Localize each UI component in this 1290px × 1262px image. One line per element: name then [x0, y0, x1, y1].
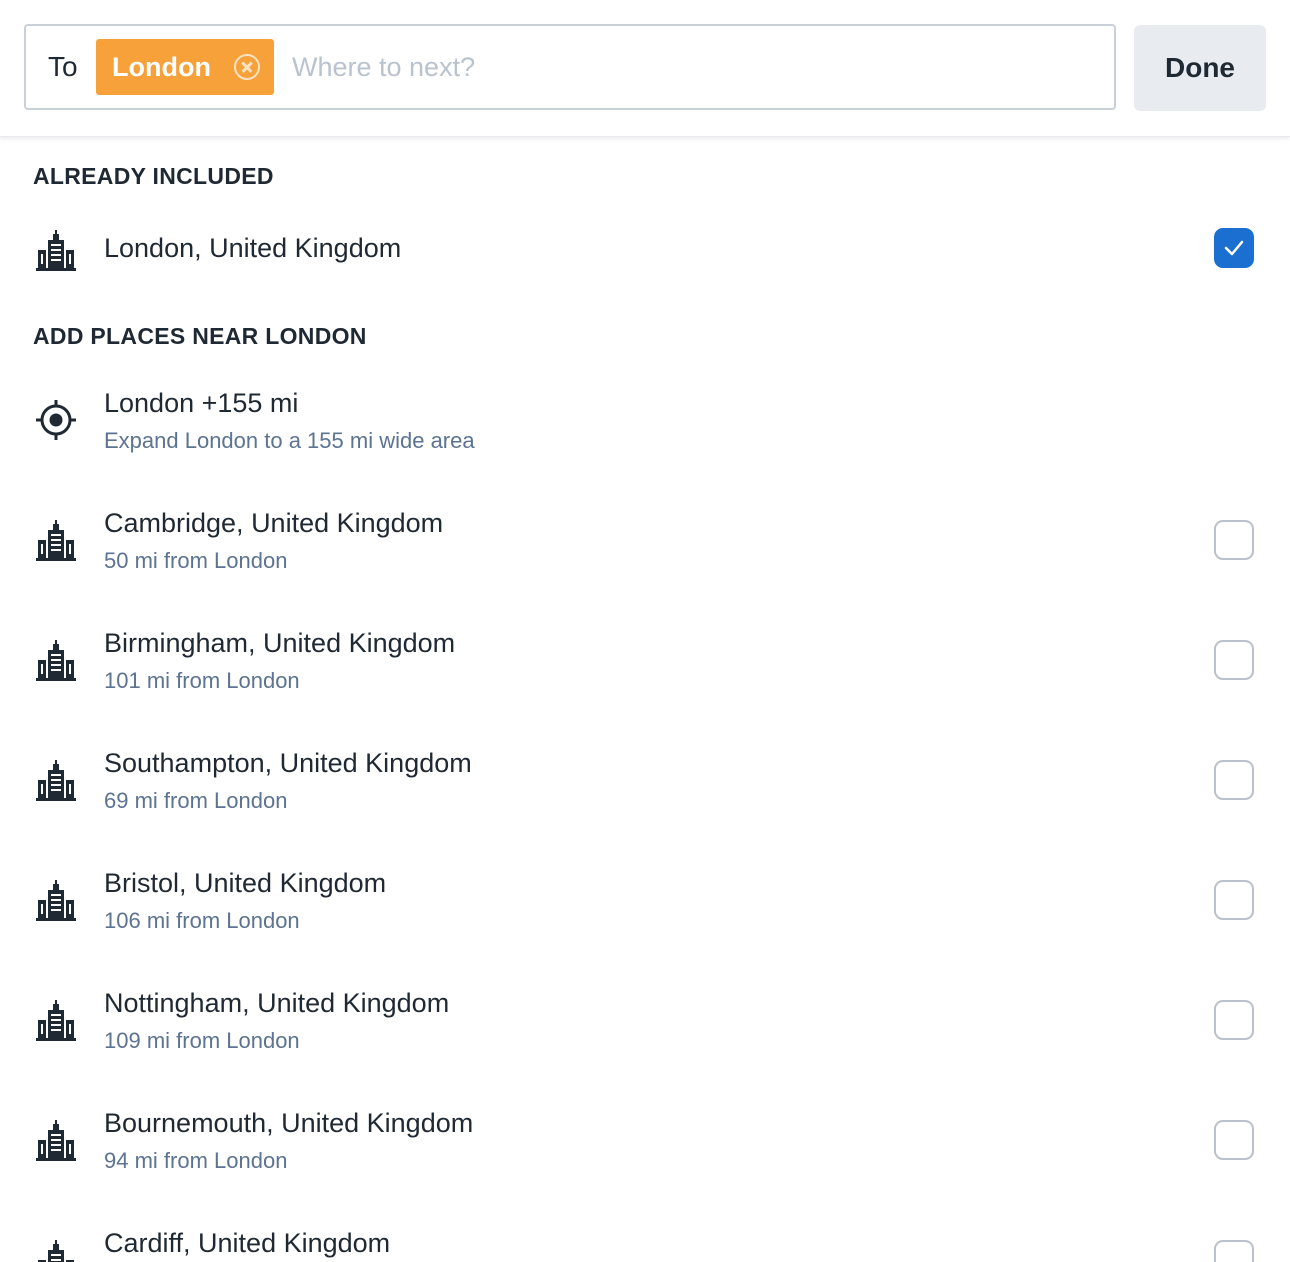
- place-title: London, United Kingdom: [104, 233, 402, 263]
- already-included-heading: ALREADY INCLUDED: [33, 163, 274, 189]
- city-icon: [36, 880, 76, 921]
- city-icon: [36, 1000, 76, 1041]
- expand-subtitle: Expand London to a 155 mi wide area: [104, 428, 475, 453]
- place-title: Cardiff, United Kingdom: [104, 1228, 391, 1258]
- chip-label: London: [112, 51, 211, 82]
- place-title: Nottingham, United Kingdom: [104, 988, 450, 1018]
- search-input[interactable]: [290, 50, 1114, 84]
- to-label: To: [48, 51, 78, 82]
- place-distance: 106 mi from London: [104, 908, 300, 933]
- city-icon: [36, 520, 76, 561]
- place-row-bristol[interactable]: Bristol, United Kingdom 106 mi from Lond…: [0, 840, 1290, 960]
- place-distance: 50 mi from London: [104, 548, 288, 573]
- place-checkbox[interactable]: [1214, 760, 1254, 800]
- place-distance: 101 mi from London: [104, 668, 300, 693]
- place-distance: 69 mi from London: [104, 788, 288, 813]
- expand-area-row[interactable]: London +155 mi Expand London to a 155 mi…: [0, 360, 1290, 480]
- place-checkbox[interactable]: [1214, 520, 1254, 560]
- target-location-icon: [36, 400, 76, 440]
- destination-chip-london: London: [96, 39, 274, 95]
- checkmark-icon: [1224, 240, 1244, 256]
- place-title: Southampton, United Kingdom: [104, 748, 472, 778]
- city-icon: [38, 1240, 74, 1262]
- place-checkbox[interactable]: [1214, 1240, 1254, 1262]
- done-button[interactable]: Done: [1134, 25, 1266, 111]
- place-row-southampton[interactable]: Southampton, United Kingdom 69 mi from L…: [0, 720, 1290, 840]
- included-checkbox[interactable]: [1214, 228, 1254, 268]
- place-row-birmingham[interactable]: Birmingham, United Kingdom 101 mi from L…: [0, 600, 1290, 720]
- place-title: Cambridge, United Kingdom: [104, 508, 444, 538]
- nearby-places-heading: ADD PLACES NEAR LONDON: [33, 323, 367, 349]
- city-icon: [36, 230, 76, 271]
- place-row-cambridge[interactable]: Cambridge, United Kingdom 50 mi from Lon…: [0, 480, 1290, 600]
- place-checkbox[interactable]: [1214, 1120, 1254, 1160]
- place-checkbox[interactable]: [1214, 880, 1254, 920]
- city-icon: [36, 640, 76, 681]
- place-row-cardiff[interactable]: Cardiff, United Kingdom: [0, 1200, 1290, 1262]
- search-header: To London Done: [0, 0, 1290, 137]
- place-distance: 109 mi from London: [104, 1028, 300, 1053]
- destination-search-box[interactable]: To London: [24, 24, 1116, 110]
- place-title: Bristol, United Kingdom: [104, 868, 387, 898]
- close-icon[interactable]: [234, 54, 260, 80]
- place-row-nottingham[interactable]: Nottingham, United Kingdom 109 mi from L…: [0, 960, 1290, 1080]
- included-row-london[interactable]: London, United Kingdom: [0, 188, 1290, 308]
- expand-title: London +155 mi: [104, 388, 299, 418]
- place-checkbox[interactable]: [1214, 1000, 1254, 1040]
- place-row-bournemouth[interactable]: Bournemouth, United Kingdom 94 mi from L…: [0, 1080, 1290, 1200]
- city-icon: [36, 760, 76, 801]
- place-distance: 94 mi from London: [104, 1148, 288, 1173]
- place-title: Birmingham, United Kingdom: [104, 628, 456, 658]
- place-checkbox[interactable]: [1214, 640, 1254, 680]
- place-title: Bournemouth, United Kingdom: [104, 1108, 474, 1138]
- city-icon: [36, 1120, 76, 1161]
